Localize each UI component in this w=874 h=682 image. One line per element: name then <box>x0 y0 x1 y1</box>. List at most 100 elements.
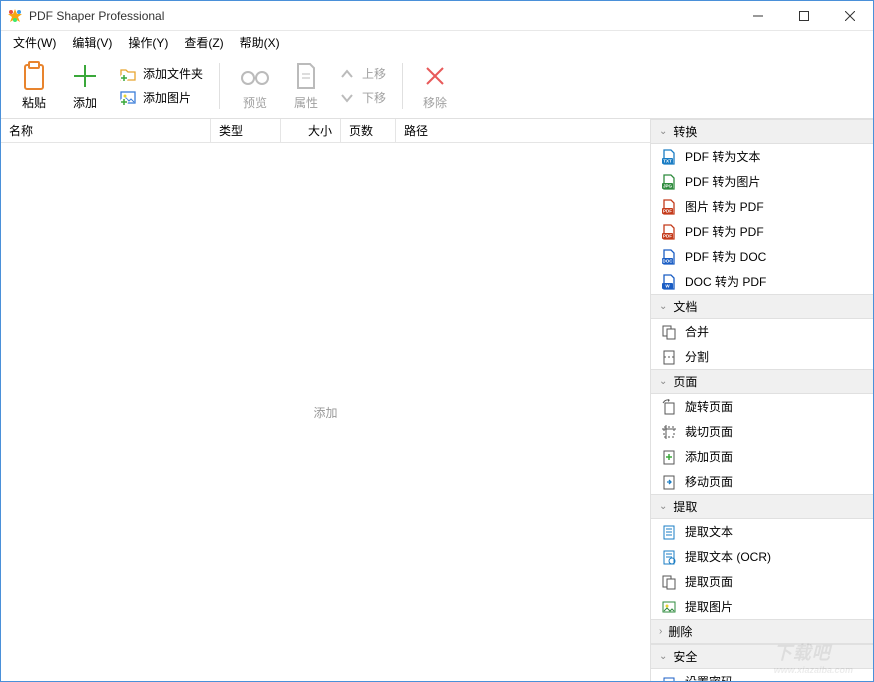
password-icon <box>661 674 677 682</box>
section-title: 页面 <box>673 373 697 390</box>
close-button[interactable] <box>827 1 873 31</box>
chevron-down-icon <box>338 89 356 107</box>
txt-icon: TXT <box>661 149 677 165</box>
section-item-label: 移动页面 <box>685 473 733 490</box>
section-item-label: DOC 转为 PDF <box>685 273 766 290</box>
section-item[interactable]: 添加页面 <box>651 444 873 469</box>
section-item[interactable]: 提取页面 <box>651 569 873 594</box>
minimize-button[interactable] <box>735 1 781 31</box>
side-panel[interactable]: ⌄转换TXTPDF 转为文本JPGPDF 转为图片PDF图片 转为 PDFPDF… <box>651 119 873 681</box>
svg-text:PDF: PDF <box>663 208 672 213</box>
section-item[interactable]: 提取文本 <box>651 519 873 544</box>
menu-action[interactable]: 操作(Y) <box>120 32 176 53</box>
section-item-label: 分割 <box>685 348 709 365</box>
section-item-label: PDF 转为 DOC <box>685 248 766 265</box>
properties-button: 属性 <box>282 56 330 115</box>
move-up-label: 上移 <box>362 65 386 82</box>
paste-button[interactable]: 粘贴 <box>9 56 59 115</box>
add-image-button[interactable]: 添加图片 <box>119 89 203 107</box>
column-headers: 名称 类型 大小 页数 路径 <box>1 119 650 143</box>
section-header[interactable]: ⌄ 页面 <box>651 369 873 394</box>
section-header[interactable]: ⌄转换 <box>651 119 873 144</box>
section-item[interactable]: W DOC 转为 PDF <box>651 269 873 294</box>
section-item[interactable]: PDF PDF 转为 PDF <box>651 219 873 244</box>
split-icon <box>661 349 677 365</box>
glasses-icon <box>240 60 270 92</box>
col-pages[interactable]: 页数 <box>341 119 396 142</box>
section-item[interactable]: 旋转页面 <box>651 394 873 419</box>
chevron-right-icon: › <box>659 626 662 637</box>
col-size[interactable]: 大小 <box>281 119 341 142</box>
window-title: PDF Shaper Professional <box>29 9 735 23</box>
section-header[interactable]: ⌄安全 <box>651 644 873 669</box>
section-item-label: 旋转页面 <box>685 398 733 415</box>
add-folder-button[interactable]: 添加文件夹 <box>119 65 203 83</box>
section-item-label: PDF 转为 PDF <box>685 223 764 240</box>
section-item[interactable]: 设置密码 <box>651 669 873 681</box>
section-item[interactable]: 裁切页面 <box>651 419 873 444</box>
section-item-label: 裁切页面 <box>685 423 733 440</box>
section-item[interactable]: 提取文本 (OCR) <box>651 544 873 569</box>
merge-icon <box>661 324 677 340</box>
chevron-down-icon: ⌄ <box>659 376 667 387</box>
add-folder-label: 添加文件夹 <box>143 65 203 82</box>
titlebar: PDF Shaper Professional <box>1 1 873 31</box>
chevron-down-icon: ⌄ <box>659 501 667 512</box>
section-header[interactable]: ⌄提取 <box>651 494 873 519</box>
plus-icon <box>71 60 99 92</box>
empty-text: 添加 <box>313 404 337 421</box>
section-item-label: 提取图片 <box>685 598 733 615</box>
toolbar-separator <box>219 63 220 109</box>
section-item[interactable]: 合并 <box>651 319 873 344</box>
movepage-icon <box>661 474 677 490</box>
image-plus-icon <box>119 89 137 107</box>
svg-text:DOC: DOC <box>663 258 674 263</box>
section-item[interactable]: DOC PDF 转为 DOC <box>651 244 873 269</box>
file-list: 名称 类型 大小 页数 路径 添加 <box>1 119 651 681</box>
chevron-down-icon: ⌄ <box>659 651 667 662</box>
section-header[interactable]: ⌄文档 <box>651 294 873 319</box>
extract-text-icon <box>661 524 677 540</box>
section-item[interactable]: 移动页面 <box>651 469 873 494</box>
section-item[interactable]: JPG PDF 转为图片 <box>651 169 873 194</box>
menu-view[interactable]: 查看(Z) <box>176 32 231 53</box>
remove-label: 移除 <box>423 94 447 111</box>
menu-help[interactable]: 帮助(X) <box>232 32 288 53</box>
section-item-label: 提取文本 <box>685 523 733 540</box>
rotate-icon <box>661 399 677 415</box>
doc-icon: DOC <box>661 249 677 265</box>
maximize-button[interactable] <box>781 1 827 31</box>
section-item[interactable]: TXTPDF 转为文本 <box>651 144 873 169</box>
menu-file[interactable]: 文件(W) <box>5 32 64 53</box>
section-item[interactable]: 提取图片 <box>651 594 873 619</box>
section-item-label: 提取页面 <box>685 573 733 590</box>
section-item-label: 设置密码 <box>685 673 733 681</box>
section-item-label: PDF 转为图片 <box>685 173 760 190</box>
section-header[interactable]: ›删除 <box>651 619 873 644</box>
col-name[interactable]: 名称 <box>1 119 211 142</box>
toolbar: 粘贴 添加 添加文件夹 添加图片 预览 属性 <box>1 53 873 119</box>
chevron-down-icon: ⌄ <box>659 301 667 312</box>
clipboard-icon <box>21 60 47 92</box>
svg-text:PDF: PDF <box>663 233 672 238</box>
section-item[interactable]: PDF图片 转为 PDF <box>651 194 873 219</box>
extract-image-icon <box>661 599 677 615</box>
section-item-label: 添加页面 <box>685 448 733 465</box>
toolbar-separator <box>402 63 403 109</box>
content-area: 名称 类型 大小 页数 路径 添加 ⌄转换TXTPDF 转为文本 JPG PDF 转… <box>1 119 873 681</box>
crop-icon <box>661 424 677 440</box>
app-logo-icon <box>7 8 23 24</box>
add-button[interactable]: 添加 <box>59 56 111 115</box>
doc2pdf-icon: W <box>661 274 677 290</box>
folder-plus-icon <box>119 65 137 83</box>
document-icon <box>294 60 318 92</box>
col-path[interactable]: 路径 <box>396 119 650 142</box>
preview-button: 预览 <box>228 56 282 115</box>
img2pdf-icon: PDF <box>661 199 677 215</box>
svg-text:JPG: JPG <box>663 183 673 188</box>
menu-edit[interactable]: 编辑(V) <box>64 32 120 53</box>
empty-drop-area[interactable]: 添加 <box>1 143 650 681</box>
add-label: 添加 <box>73 94 97 111</box>
col-type[interactable]: 类型 <box>211 119 281 142</box>
section-item[interactable]: 分割 <box>651 344 873 369</box>
